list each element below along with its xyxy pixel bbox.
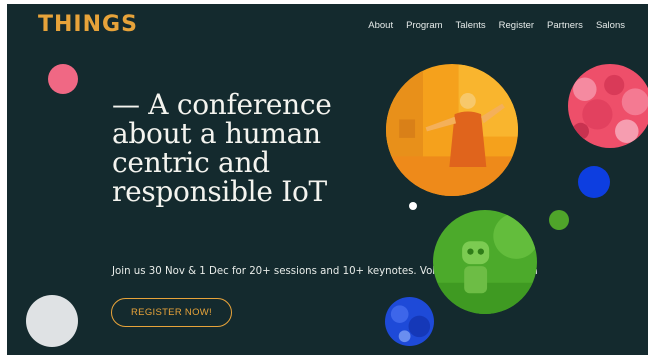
things-logo[interactable]: THINGS — [38, 12, 138, 37]
speaker-photo-circle — [386, 64, 518, 196]
nav-talents[interactable]: Talents — [456, 20, 486, 31]
nav-about[interactable]: About — [368, 20, 393, 31]
nav-register[interactable]: Register — [499, 20, 534, 31]
headline-line: — A conference — [112, 88, 332, 121]
page-frame: THINGS About Program Talents Register Pa… — [7, 4, 648, 355]
hero-headline: — A conference about a human centric and… — [112, 90, 332, 206]
robot-photo-circle — [433, 210, 537, 314]
decor-circle-green — [549, 210, 569, 230]
headline-line: centric and — [112, 146, 270, 179]
decor-dot-white — [409, 202, 417, 210]
decor-circle-gray — [26, 295, 78, 347]
decor-circle-pink — [48, 64, 78, 94]
nav-partners[interactable]: Partners — [547, 20, 583, 31]
blue-photo-circle — [385, 297, 434, 346]
headline-line: about a human — [112, 117, 321, 150]
nav-program[interactable]: Program — [406, 20, 442, 31]
nav-salons[interactable]: Salons — [596, 20, 625, 31]
main-nav: About Program Talents Register Partners … — [368, 20, 625, 31]
register-now-button[interactable]: REGISTER NOW! — [111, 298, 232, 327]
crowd-photo-circle — [568, 64, 648, 148]
decor-circle-blue — [578, 166, 610, 198]
headline-line: responsible IoT — [112, 175, 327, 208]
